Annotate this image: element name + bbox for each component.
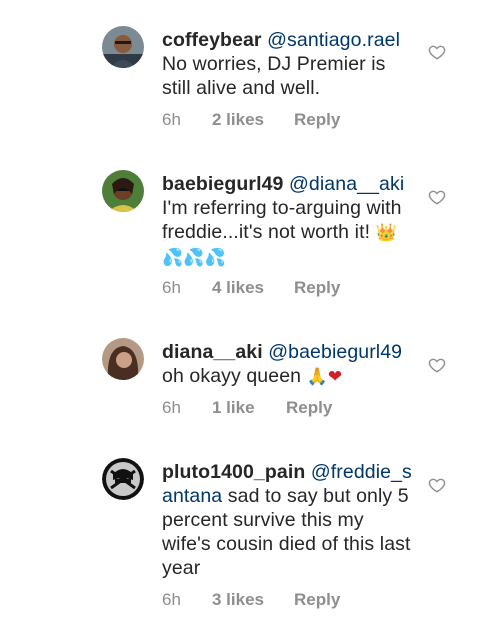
heart-outline-icon[interactable] <box>428 188 446 206</box>
avatar[interactable] <box>102 458 144 500</box>
avatar[interactable] <box>102 26 144 68</box>
comment-mention[interactable]: @santiago.rael <box>267 29 400 51</box>
likes-count[interactable]: 3 likes <box>212 590 294 610</box>
comment-mention[interactable]: @diana__aki <box>289 173 404 195</box>
comment-emojis: 🙏❤ <box>306 367 343 387</box>
comment-username[interactable]: pluto1400_pain <box>162 461 305 483</box>
comment-time: 6h <box>162 398 181 417</box>
comment-meta: 6h 4 likes Reply <box>162 278 340 298</box>
comment-meta: 6h 3 likes Reply <box>162 590 340 610</box>
heart-outline-icon[interactable] <box>428 476 446 494</box>
likes-count[interactable]: 1 like <box>212 398 286 418</box>
reply-button[interactable]: Reply <box>286 398 332 418</box>
reply-button[interactable]: Reply <box>294 590 340 610</box>
likes-count[interactable]: 2 likes <box>212 110 294 130</box>
heart-outline-icon[interactable] <box>428 43 446 61</box>
comment-text: diana__aki @baebiegurl49 oh okayy queen … <box>162 340 412 389</box>
likes-count[interactable]: 4 likes <box>212 278 294 298</box>
comment-time: 6h <box>162 278 181 297</box>
heart-outline-icon[interactable] <box>428 356 446 374</box>
comment-body: oh okayy queen <box>162 365 302 387</box>
comment-meta: 6h 1 like Reply <box>162 398 332 418</box>
comment-username[interactable]: coffeybear <box>162 29 262 51</box>
comment-username[interactable]: baebiegurl49 <box>162 173 284 195</box>
reply-button[interactable]: Reply <box>294 110 340 130</box>
reply-button[interactable]: Reply <box>294 278 340 298</box>
comment-time: 6h <box>162 110 181 129</box>
comment-mention[interactable]: @baebiegurl49 <box>268 341 402 363</box>
comment-meta: 6h 2 likes Reply <box>162 110 340 130</box>
comment-time: 6h <box>162 590 181 609</box>
comment-text: pluto1400_pain @freddie_santana sad to s… <box>162 460 412 580</box>
comment-username[interactable]: diana__aki <box>162 341 263 363</box>
comment-text: baebiegurl49 @diana__aki I'm referring t… <box>162 172 412 270</box>
comment-text: coffeybear @santiago.rael No worries, DJ… <box>162 28 412 100</box>
avatar[interactable] <box>102 338 144 380</box>
avatar[interactable] <box>102 170 144 212</box>
comment-body: I'm referring to-arguing with freddie...… <box>162 197 402 243</box>
comment-body: No worries, DJ Premier is still alive an… <box>162 53 386 99</box>
